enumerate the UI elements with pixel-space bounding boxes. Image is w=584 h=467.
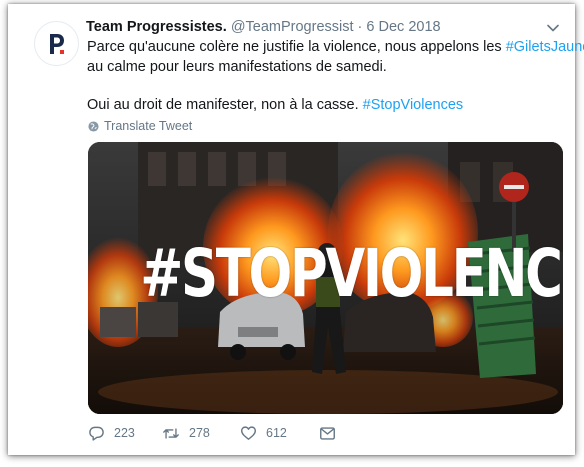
hashtag-giletsjaunes[interactable]: #GiletsJaunes (506, 39, 584, 55)
share-button[interactable] (319, 426, 336, 441)
translate-tweet-button[interactable]: Translate Tweet (88, 118, 192, 134)
tweet-line-2: au calme pour leurs manifestations de sa… (87, 58, 387, 75)
tweet-date[interactable]: 6 Dec 2018 (366, 19, 440, 35)
reply-icon (89, 426, 104, 441)
tweet-header: Team Progressistes. @TeamProgressist · 6… (86, 18, 441, 36)
separator: · (357, 19, 363, 35)
globe-icon (88, 120, 99, 132)
retweet-button[interactable]: 278 (162, 425, 240, 442)
author-name[interactable]: Team Progressistes. (86, 19, 227, 35)
like-count: 612 (266, 426, 287, 440)
image-overlay-text: #STOPVIOLENCES (140, 235, 563, 312)
tweet-line-3-text: Oui au droit de manifester, non à la cas… (87, 97, 363, 113)
avatar[interactable] (34, 21, 79, 66)
author-handle[interactable]: @TeamProgressist (231, 19, 354, 35)
p-logo-icon (49, 33, 64, 54)
tweet-text: Parce qu'aucune colère ne justifie la vi… (87, 38, 584, 116)
like-button[interactable]: 612 (240, 425, 319, 441)
reply-button[interactable]: 223 (88, 425, 162, 442)
retweet-icon (163, 427, 179, 439)
like-icon (240, 426, 257, 440)
retweet-count: 278 (189, 426, 210, 440)
tweet-line-3: Oui au droit de manifester, non à la cas… (87, 96, 557, 116)
tweet-line-1: Parce qu'aucune colère ne justifie la vi… (87, 38, 584, 58)
tweet-actions: 223 278 612 (88, 422, 336, 444)
tweet-card[interactable]: Team Progressistes. @TeamProgressist · 6… (8, 4, 584, 455)
tweet-image[interactable]: #STOPVIOLENCES (88, 142, 563, 414)
share-icon (320, 426, 335, 440)
reply-count: 223 (114, 426, 135, 440)
tweet-line-1-text: Parce qu'aucune colère ne justifie la vi… (87, 39, 506, 55)
chevron-down-icon[interactable] (546, 21, 560, 35)
translate-label: Translate Tweet (104, 119, 193, 133)
hashtag-stopviolences[interactable]: #StopViolences (363, 97, 464, 113)
